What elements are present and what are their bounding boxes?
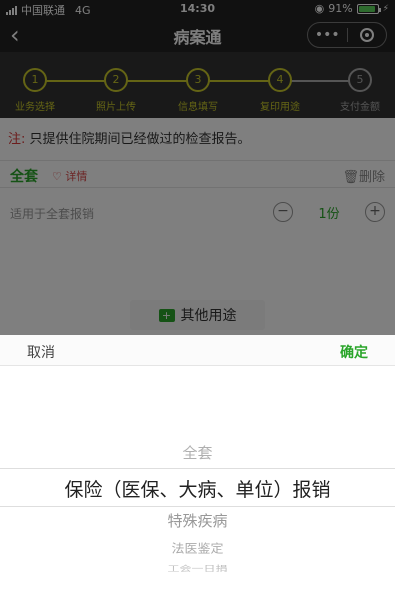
picker-option[interactable]: 全套 [0,442,395,463]
cancel-button[interactable]: 取消 [27,342,55,362]
confirm-button[interactable]: 确定 [340,342,368,362]
picker-option-selected[interactable]: 保险（医保、大病、单位）报销 [0,475,395,502]
picker-option[interactable]: 特殊疾病 [0,510,395,531]
picker-wheel[interactable]: 全套 保险（医保、大病、单位）报销 特殊疾病 法医鉴定 工会一日捐 [0,366,395,606]
modal-mask[interactable] [0,0,395,335]
picker-sheet: 取消 确定 全套 保险（医保、大病、单位）报销 特殊疾病 法医鉴定 工会一日捐 [0,335,395,606]
picker-header: 取消 确定 [0,335,395,366]
picker-option[interactable]: 法医鉴定 [0,539,395,557]
